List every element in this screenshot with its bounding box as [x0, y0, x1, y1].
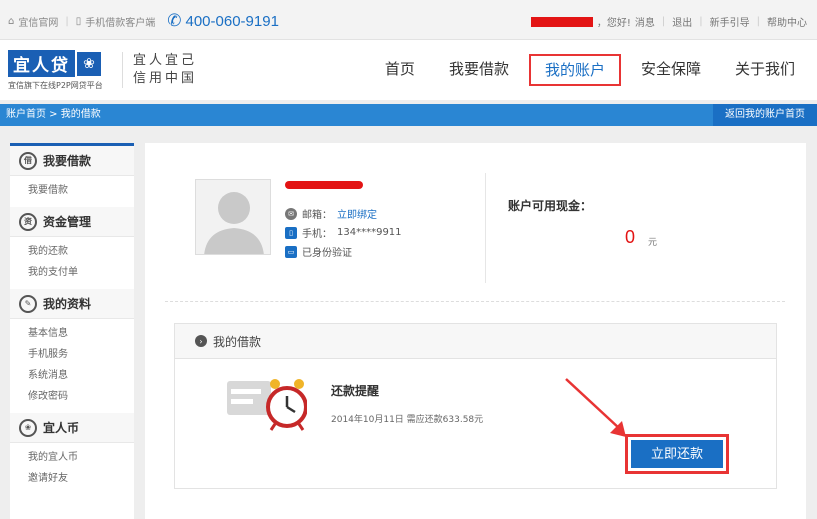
- breadcrumb[interactable]: 账户首页 > 我的借款: [6, 104, 101, 126]
- mobile-client-link[interactable]: 手机借款客户端: [85, 14, 155, 29]
- phone-label: 手机：: [302, 229, 332, 240]
- alarm-clock-icon: [227, 379, 307, 431]
- site-logo[interactable]: 宜人贷 ❀ 宜信旗下在线P2P网贷平台: [8, 50, 103, 91]
- divider: [485, 173, 486, 283]
- top-bar-right: ，您好! 消息 | 退出 | 新手引导 | 帮助中心: [530, 14, 807, 29]
- sidebar-item-my-repayment[interactable]: 我的还款: [10, 241, 134, 262]
- separator: |: [699, 16, 703, 27]
- fund-icon: 资: [19, 212, 37, 231]
- newbie-guide-link[interactable]: 新手引导: [710, 14, 750, 29]
- sidebar-item-change-password[interactable]: 修改密码: [10, 386, 134, 407]
- repay-now-button[interactable]: 立即还款: [631, 440, 723, 468]
- phone-icon: ▯: [285, 226, 297, 239]
- sidebar-item-basic-info[interactable]: 基本信息: [10, 323, 134, 344]
- official-site-link[interactable]: 宜信官网: [18, 14, 58, 29]
- sidebar-group-profile: ✎ 我的资料 基本信息 手机服务 系统消息 修改密码: [10, 289, 134, 413]
- available-cash-unit: 元: [648, 238, 658, 248]
- messages-link[interactable]: 消息: [635, 14, 655, 29]
- sidebar-heading-label: 资金管理: [43, 215, 92, 229]
- slogan: 宜人宜己 信用中国: [122, 52, 197, 88]
- phone-row: ▯ 手机： 134****9911: [285, 223, 402, 242]
- id-card-icon: ▭: [285, 245, 297, 258]
- sidebar-item-borrow[interactable]: 我要借款: [10, 180, 134, 201]
- nav-my-account[interactable]: 我的账户: [528, 54, 621, 86]
- nav-security[interactable]: 安全保障: [627, 54, 715, 86]
- my-loans-header: › 我的借款: [175, 324, 776, 359]
- nav-about-us[interactable]: 关于我们: [721, 54, 809, 86]
- sidebar-heading-label: 我的资料: [43, 297, 92, 311]
- pointer-arrow-icon: [565, 378, 626, 437]
- profile-icon: ✎: [19, 294, 37, 313]
- default-avatar-icon: [196, 180, 270, 254]
- site-header: 宜人贷 ❀ 宜信旗下在线P2P网贷平台 宜人宜己 信用中国 首页 我要借款 我的…: [0, 40, 817, 100]
- avatar: [195, 179, 271, 255]
- sidebar-group-coins: ❀ 宜人币 我的宜人币 邀请好友: [10, 413, 134, 495]
- repayment-reminder-title: 还款提醒: [331, 384, 380, 398]
- email-label: 邮箱：: [302, 210, 332, 221]
- id-verified-status: 已身份验证: [302, 248, 352, 259]
- sidebar-heading-coins: ❀ 宜人币: [10, 413, 134, 443]
- nav-borrow[interactable]: 我要借款: [435, 54, 523, 86]
- account-info: ✉ 邮箱： 立即绑定 ▯ 手机： 134****9911 ▭ 已身份验证: [285, 181, 402, 261]
- phone-icon: ✆: [167, 11, 182, 31]
- sidebar-group-funds: 资 资金管理 我的还款 我的支付单: [10, 207, 134, 289]
- main-panel: ✉ 邮箱： 立即绑定 ▯ 手机： 134****9911 ▭ 已身份验证 账户可…: [145, 143, 806, 519]
- home-icon[interactable]: ⌂: [8, 16, 14, 27]
- sidebar-item-invite-friends[interactable]: 邀请好友: [10, 468, 134, 489]
- id-row: ▭ 已身份验证: [285, 242, 402, 261]
- bind-email-link[interactable]: 立即绑定: [337, 206, 377, 221]
- redacted-name: [285, 181, 363, 189]
- email-row: ✉ 邮箱： 立即绑定: [285, 204, 402, 223]
- logo-name: 宜人贷: [8, 50, 75, 77]
- help-center-link[interactable]: 帮助中心: [767, 14, 807, 29]
- sidebar-item-system-messages[interactable]: 系统消息: [10, 365, 134, 386]
- dashed-divider: [165, 301, 785, 302]
- separator: |: [661, 16, 666, 27]
- logout-link[interactable]: 退出: [672, 14, 692, 29]
- available-cash-value: 0: [625, 227, 636, 247]
- phone-value: 134****9911: [337, 227, 402, 238]
- separator: |: [756, 16, 760, 27]
- email-icon: ✉: [285, 207, 297, 220]
- coin-icon: ❀: [19, 418, 37, 437]
- bullet-icon: ›: [195, 335, 207, 347]
- back-to-account-link[interactable]: 返回我的账户首页: [713, 104, 817, 126]
- my-loans-title: 我的借款: [213, 334, 262, 349]
- logo-subtitle: 宜信旗下在线P2P网贷平台: [8, 81, 103, 90]
- hotline-number: 400-060-9191: [185, 12, 279, 30]
- sidebar-item-payment-orders[interactable]: 我的支付单: [10, 262, 134, 283]
- main-nav: 首页 我要借款 我的账户 安全保障 关于我们: [371, 54, 817, 88]
- breadcrumb-bar: 账户首页 > 我的借款 返回我的账户首页: [0, 104, 817, 126]
- slogan-line-1: 宜人宜己: [133, 53, 198, 68]
- separator: |: [65, 15, 69, 27]
- logo-mark-icon: ❀: [77, 51, 101, 76]
- sidebar-item-my-coins[interactable]: 我的宜人币: [10, 447, 134, 468]
- sidebar-heading-label: 宜人币: [43, 421, 80, 435]
- sidebar-item-mobile-service[interactable]: 手机服务: [10, 344, 134, 365]
- sidebar-heading-profile: ✎ 我的资料: [10, 289, 134, 319]
- greeting-text: ，您好!: [596, 18, 631, 29]
- borrow-icon: 借: [19, 151, 37, 170]
- slogan-line-2: 信用中国: [133, 71, 198, 86]
- sidebar-heading-label: 我要借款: [43, 154, 92, 168]
- my-loans-panel: › 我的借款 还款提醒 2014年10月11日 需应还款633.58元 立即还款: [174, 323, 777, 489]
- sidebar-heading-borrow: 借 我要借款: [10, 146, 134, 176]
- available-cash-label: 账户可用现金：: [508, 199, 593, 213]
- sidebar: 借 我要借款 我要借款 资 资金管理 我的还款 我的支付单 ✎ 我的资料 基本信…: [10, 143, 134, 519]
- sidebar-heading-funds: 资 资金管理: [10, 207, 134, 237]
- top-bar-left: ⌂ 宜信官网 | ▯ 手机借款客户端 ✆ 400-060-9191: [8, 11, 279, 31]
- redacted-username: [530, 16, 593, 27]
- pay-button-highlight: 立即还款: [625, 434, 729, 474]
- top-bar: ⌂ 宜信官网 | ▯ 手机借款客户端 ✆ 400-060-9191 ，您好! 消…: [0, 0, 817, 40]
- repayment-reminder-text: 2014年10月11日 需应还款633.58元: [331, 415, 484, 425]
- nav-home[interactable]: 首页: [371, 54, 429, 86]
- sidebar-group-borrow: 借 我要借款 我要借款: [10, 146, 134, 207]
- mobile-icon: ▯: [75, 15, 82, 27]
